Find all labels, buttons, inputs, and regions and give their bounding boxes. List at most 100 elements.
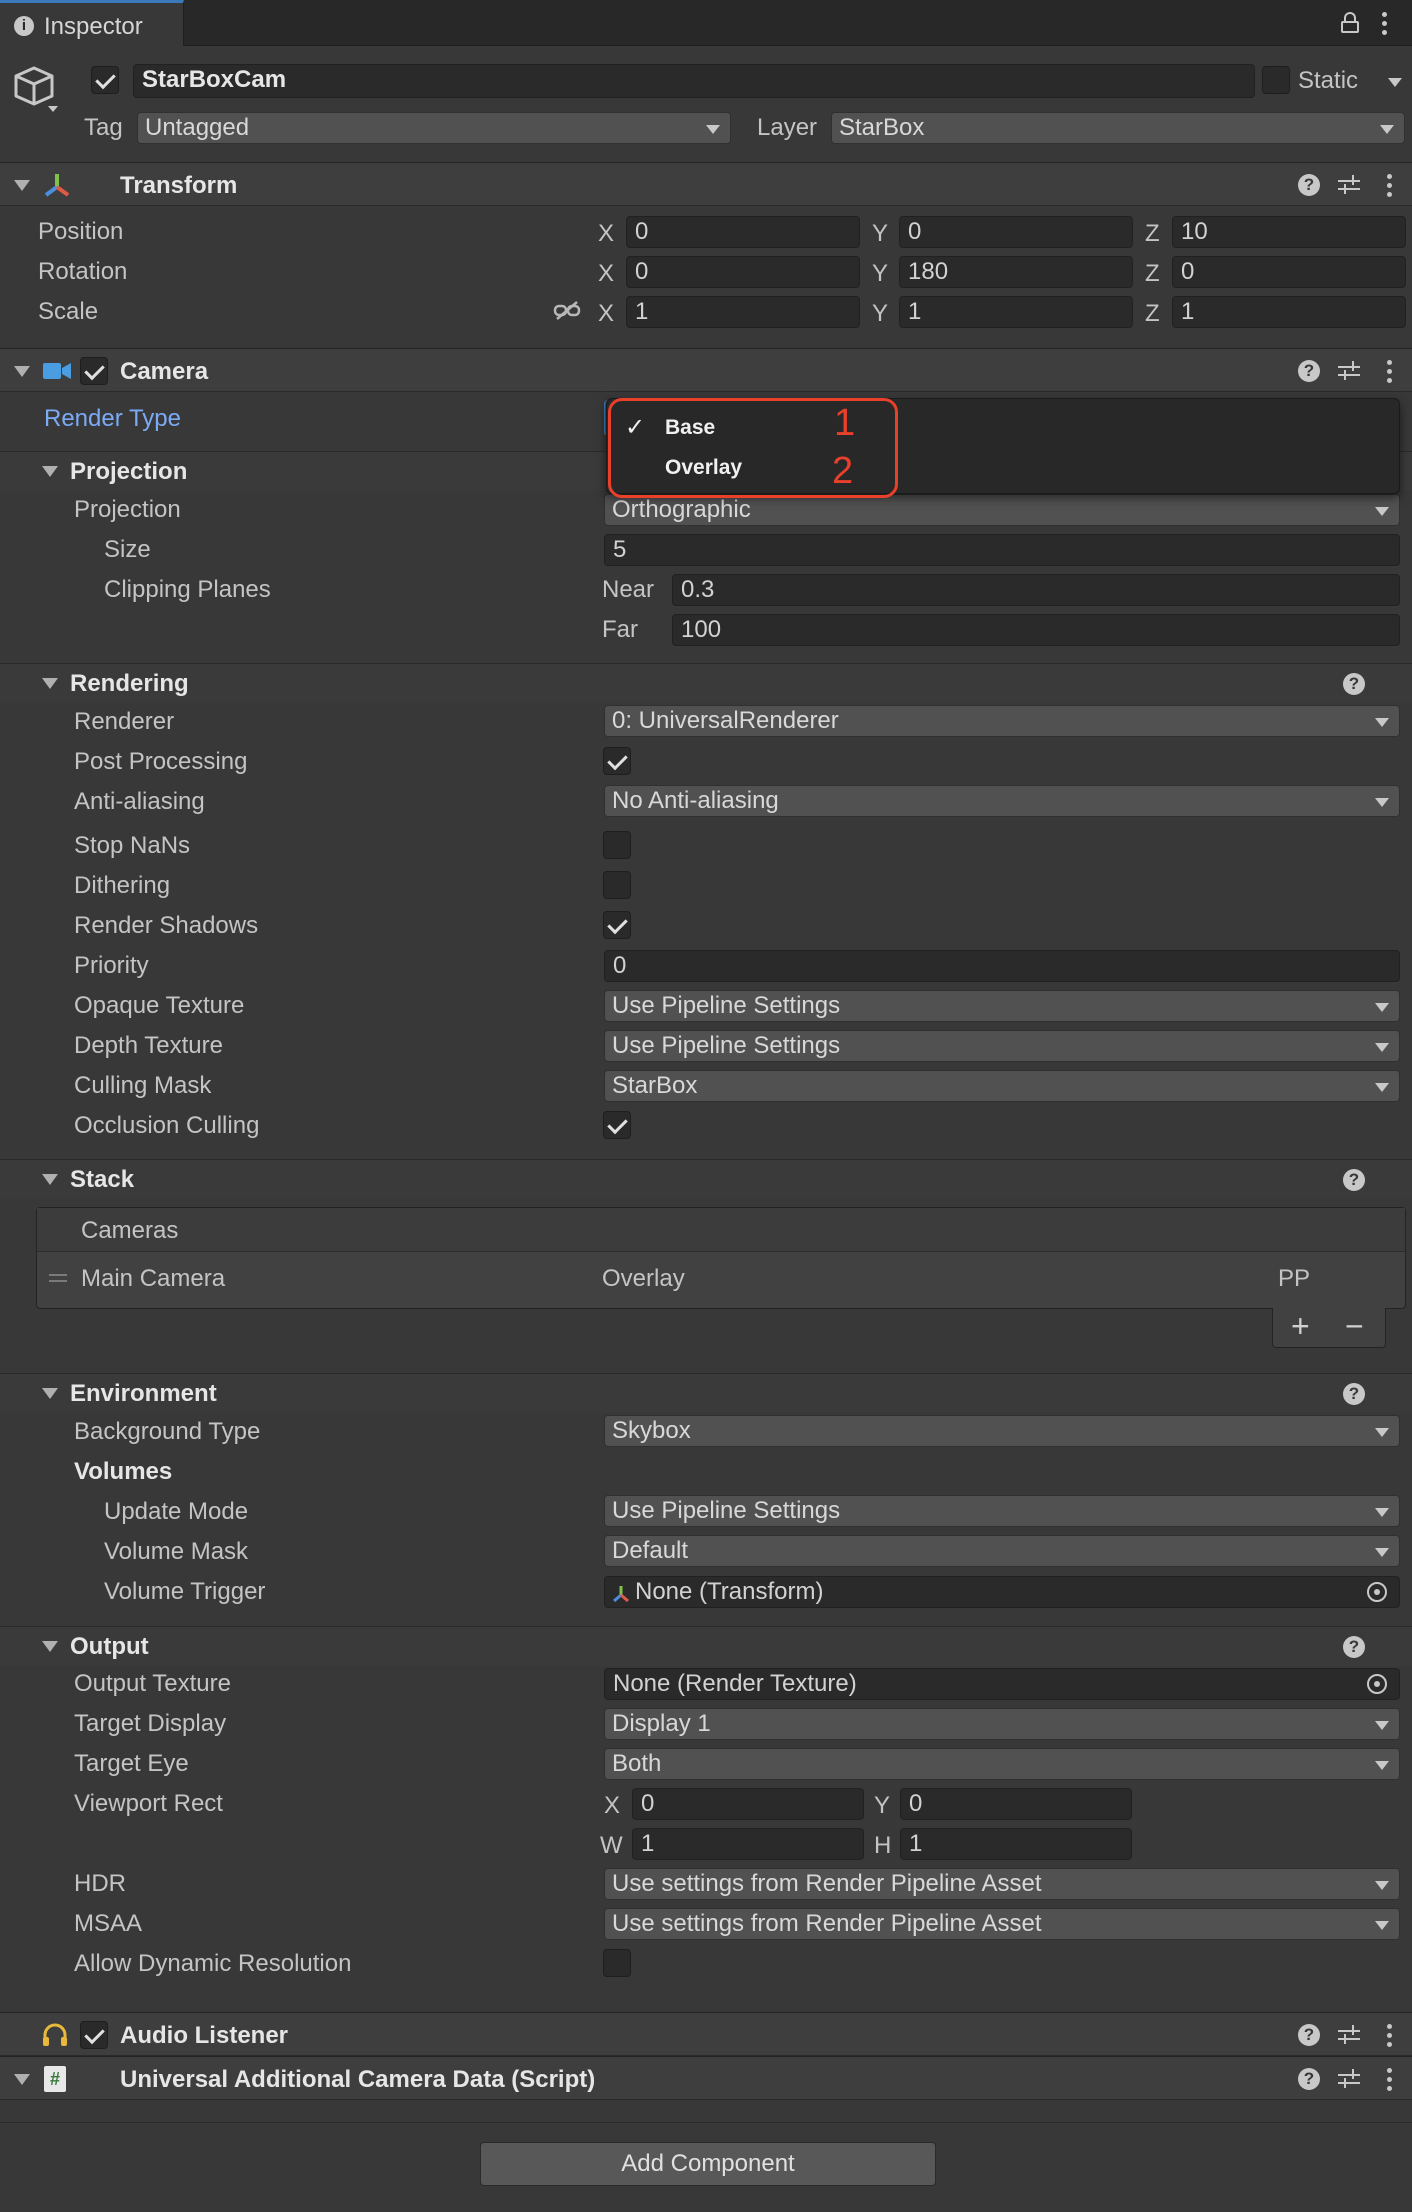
transform-header[interactable]: Transform ? [0, 162, 1412, 206]
dithering-label: Dithering [74, 872, 171, 899]
background-type-value: Skybox [612, 1417, 691, 1444]
position-y-field[interactable]: 0 [899, 216, 1133, 248]
far-field[interactable]: 100 [672, 614, 1400, 646]
occlusion-culling-checkbox[interactable] [603, 1111, 631, 1139]
viewport-x-field[interactable]: 0 [632, 1788, 864, 1820]
target-display-dropdown[interactable]: Display 1 [604, 1708, 1400, 1740]
camera-header[interactable]: Camera ? [0, 348, 1412, 392]
remove-camera-button[interactable]: − [1345, 1308, 1364, 1345]
static-dropdown-arrow[interactable] [1388, 78, 1402, 87]
gameobject-cube-icon[interactable] [14, 64, 58, 114]
viewport-h-field[interactable]: 1 [900, 1828, 1132, 1860]
help-icon[interactable]: ? [1298, 2024, 1320, 2046]
chevron-down-icon [1375, 1003, 1389, 1012]
static-checkbox[interactable] [1262, 66, 1290, 94]
near-value: 0.3 [681, 576, 715, 603]
target-eye-dropdown[interactable]: Both [604, 1748, 1400, 1780]
audio-listener-header[interactable]: Audio Listener ? [0, 2012, 1412, 2056]
environment-section-header[interactable]: Environment ? [0, 1373, 1412, 1413]
scale-y-axis: Y [872, 300, 889, 327]
scale-x-field[interactable]: 1 [626, 296, 860, 328]
output-texture-field[interactable]: None (Render Texture) [604, 1668, 1400, 1700]
renderer-dropdown[interactable]: 0: UniversalRenderer [604, 705, 1400, 737]
depth-texture-dropdown[interactable]: Use Pipeline Settings [604, 1030, 1400, 1062]
object-picker-icon[interactable] [1367, 1582, 1387, 1602]
help-icon[interactable]: ? [1298, 174, 1320, 196]
dynamic-resolution-checkbox[interactable] [603, 1949, 631, 1977]
help-icon[interactable]: ? [1298, 360, 1320, 382]
scale-z-field[interactable]: 1 [1172, 296, 1406, 328]
anti-aliasing-label: Anti-aliasing [74, 788, 205, 815]
scale-y-field[interactable]: 1 [899, 296, 1133, 328]
layer-dropdown[interactable]: StarBox [831, 112, 1405, 144]
position-x-field[interactable]: 0 [626, 216, 860, 248]
projection-dropdown[interactable]: Orthographic [604, 494, 1400, 526]
tag-label: Tag [84, 114, 123, 141]
volume-mask-dropdown[interactable]: Default [604, 1535, 1400, 1567]
size-field[interactable]: 5 [604, 534, 1400, 566]
update-mode-dropdown[interactable]: Use Pipeline Settings [604, 1495, 1400, 1527]
component-menu-icon[interactable] [1387, 2066, 1393, 2092]
lock-icon[interactable] [1341, 12, 1359, 33]
add-component-button[interactable]: Add Component [480, 2142, 936, 2186]
tab-menu-icon[interactable] [1382, 10, 1388, 36]
preset-icon[interactable] [1338, 361, 1360, 381]
constrain-proportions-icon[interactable] [553, 301, 581, 321]
inspector-tab[interactable]: i Inspector [0, 0, 184, 46]
position-x-axis: X [598, 220, 615, 247]
component-menu-icon[interactable] [1387, 358, 1393, 384]
rotation-z-field[interactable]: 0 [1172, 256, 1406, 288]
component-menu-icon[interactable] [1387, 172, 1393, 198]
help-icon[interactable]: ? [1343, 1169, 1365, 1191]
stack-camera-name: Main Camera [81, 1265, 226, 1292]
rotation-x-field[interactable]: 0 [626, 256, 860, 288]
help-icon[interactable]: ? [1343, 673, 1365, 695]
audio-listener-checkbox[interactable] [80, 2021, 108, 2049]
preset-icon[interactable] [1338, 2025, 1360, 2045]
stop-nans-checkbox[interactable] [603, 831, 631, 859]
volume-trigger-field[interactable]: None (Transform) [604, 1576, 1400, 1608]
preset-icon[interactable] [1338, 2069, 1360, 2089]
table-row[interactable]: Main Camera Overlay PP [37, 1253, 1405, 1309]
help-icon[interactable]: ? [1343, 1383, 1365, 1405]
script-component-header[interactable]: # Universal Additional Camera Data (Scri… [0, 2056, 1412, 2100]
msaa-dropdown[interactable]: Use settings from Render Pipeline Asset [604, 1908, 1400, 1940]
object-name: StarBoxCam [142, 66, 287, 93]
help-icon[interactable]: ? [1298, 2068, 1320, 2090]
object-picker-icon[interactable] [1367, 1674, 1387, 1694]
background-type-dropdown[interactable]: Skybox [604, 1415, 1400, 1447]
chevron-down-icon [1375, 507, 1389, 516]
priority-field[interactable]: 0 [604, 950, 1400, 982]
post-processing-checkbox[interactable] [603, 747, 631, 775]
opaque-texture-dropdown[interactable]: Use Pipeline Settings [604, 990, 1400, 1022]
hdr-dropdown[interactable]: Use settings from Render Pipeline Asset [604, 1868, 1400, 1900]
footer-divider [0, 2122, 1412, 2123]
tag-dropdown[interactable]: Untagged [137, 112, 731, 144]
rotation-x-axis: X [598, 260, 615, 287]
viewport-h-axis: H [874, 1832, 892, 1859]
viewport-y-field[interactable]: 0 [900, 1788, 1132, 1820]
stack-section-header[interactable]: Stack ? [0, 1159, 1412, 1199]
object-name-field[interactable]: StarBoxCam [133, 64, 1255, 98]
rotation-y-field[interactable]: 180 [899, 256, 1133, 288]
viewport-w-axis: W [600, 1832, 623, 1859]
preset-icon[interactable] [1338, 175, 1360, 195]
component-menu-icon[interactable] [1387, 2022, 1393, 2048]
rendering-section-header[interactable]: Rendering ? [0, 663, 1412, 703]
drag-handle-icon[interactable] [49, 1274, 67, 1282]
renderer-value: 0: UniversalRenderer [612, 707, 839, 734]
near-field[interactable]: 0.3 [672, 574, 1400, 606]
viewport-y-axis: Y [874, 1792, 891, 1819]
chevron-down-icon [1375, 1428, 1389, 1437]
camera-enabled-checkbox[interactable] [80, 357, 108, 385]
add-camera-button[interactable]: + [1291, 1308, 1310, 1345]
culling-mask-dropdown[interactable]: StarBox [604, 1070, 1400, 1102]
output-section-header[interactable]: Output ? [0, 1626, 1412, 1666]
viewport-w-field[interactable]: 1 [632, 1828, 864, 1860]
anti-aliasing-dropdown[interactable]: No Anti-aliasing [604, 785, 1400, 817]
render-shadows-checkbox[interactable] [603, 911, 631, 939]
dithering-checkbox[interactable] [603, 871, 631, 899]
help-icon[interactable]: ? [1343, 1636, 1365, 1658]
position-z-field[interactable]: 10 [1172, 216, 1406, 248]
active-checkbox[interactable] [91, 66, 119, 94]
